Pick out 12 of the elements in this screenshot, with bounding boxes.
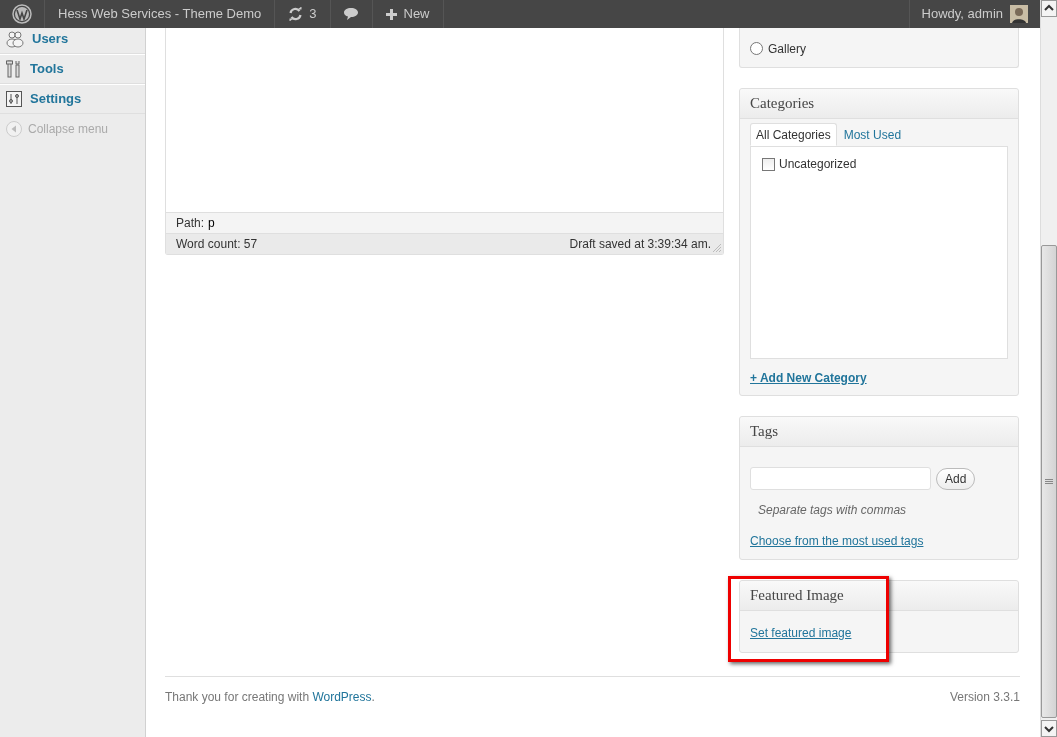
category-label: Uncategorized <box>779 156 857 173</box>
footer-text: Thank you for creating with WordPress. <box>165 688 375 706</box>
box-header: Tags <box>740 417 1018 447</box>
path-label: Path: <box>176 215 205 232</box>
radio-label: Gallery <box>768 40 806 58</box>
draft-status: Draft saved at 3:39:34 am. <box>569 236 711 253</box>
path-value: p <box>208 215 215 232</box>
box-header: Categories <box>740 89 1018 119</box>
box-header: Featured Image <box>740 581 1018 611</box>
word-count: Word count: 57 <box>176 236 258 253</box>
version-text: Version 3.3.1 <box>949 688 1020 706</box>
tags-hint: Separate tags with commas <box>757 502 908 519</box>
